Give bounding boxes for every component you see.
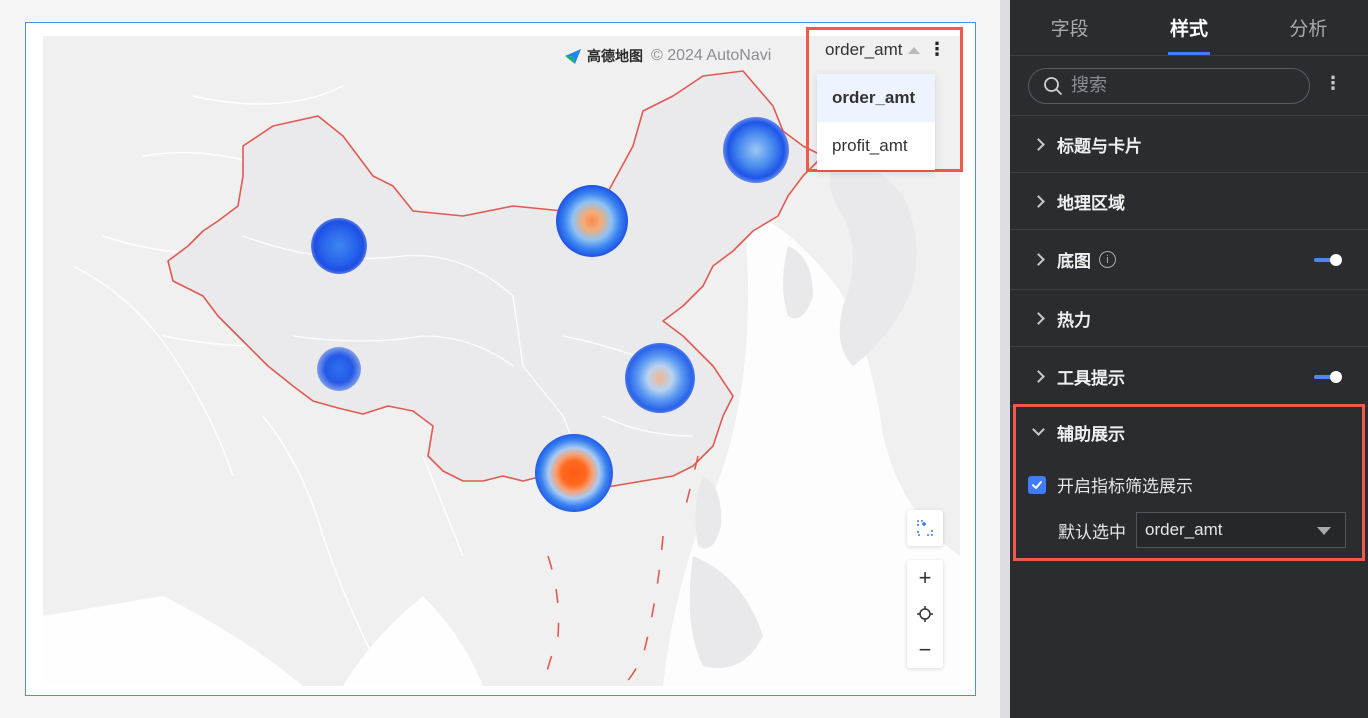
section-label: 工具提示 <box>1057 369 1125 388</box>
more-vertical-icon[interactable]: ⋮ <box>928 40 946 58</box>
basemap-toggle[interactable] <box>1314 253 1342 266</box>
map-attribution: 高德地图 © 2024 AutoNavi <box>563 46 771 66</box>
info-icon[interactable]: i <box>1099 251 1116 268</box>
tab-fields[interactable]: 字段 <box>1010 0 1129 55</box>
metric-selector-value: order_amt <box>825 40 903 59</box>
section-label: 热力 <box>1057 310 1091 330</box>
amap-logo-icon <box>565 49 581 64</box>
chevron-right-icon <box>1032 137 1045 151</box>
fit-view-icon <box>917 520 933 536</box>
section-label: 底图 <box>1057 252 1091 271</box>
zoom-controls: + − <box>907 560 943 668</box>
section-title-card[interactable]: 标题与卡片 <box>1010 116 1368 173</box>
section-tooltip[interactable]: 工具提示 <box>1010 347 1368 407</box>
metric-dropdown-menu: order_amt profit_amt <box>817 74 935 170</box>
locate-button[interactable] <box>907 596 943 632</box>
chevron-right-icon <box>1032 370 1045 383</box>
section-heat[interactable]: 热力 <box>1010 290 1368 347</box>
chevron-right-icon <box>1032 194 1045 208</box>
amap-logo-text: 高德地图 <box>587 48 643 64</box>
heat-point-west <box>311 218 367 274</box>
section-geo-region[interactable]: 地理区域 <box>1010 173 1368 230</box>
panel-tabs: 字段 样式 分析 <box>1010 0 1368 56</box>
canvas-area: 高德地图 © 2024 AutoNavi order_amt ⋮ order_a… <box>0 0 1000 718</box>
search-field[interactable] <box>1028 67 1310 104</box>
metric-selector[interactable]: order_amt ⋮ <box>809 30 960 70</box>
heat-point-tibet <box>317 347 361 391</box>
tooltip-toggle[interactable] <box>1314 370 1342 383</box>
heat-point-east <box>625 343 695 413</box>
section-basemap[interactable]: 底图 i <box>1010 230 1368 290</box>
attribution-text: © 2024 AutoNavi <box>651 47 772 64</box>
zoom-in-button[interactable]: + <box>907 560 943 596</box>
metric-option-profit-amt[interactable]: profit_amt <box>817 122 935 170</box>
search-icon <box>1044 76 1062 95</box>
settings-panel: 字段 样式 分析 ⋮ 标题与卡片 地理区域 底图 i 热力 工具提示 <box>1010 0 1368 718</box>
heat-point-south <box>535 434 613 512</box>
section-label: 标题与卡片 <box>1057 136 1142 156</box>
chevron-right-icon <box>1032 253 1045 266</box>
tab-analysis[interactable]: 分析 <box>1249 0 1368 55</box>
heat-point-northeast <box>723 117 789 183</box>
metric-option-order-amt[interactable]: order_amt <box>817 74 935 122</box>
more-vertical-icon[interactable]: ⋮ <box>1324 74 1342 92</box>
fit-view-button[interactable] <box>907 510 943 546</box>
search-input[interactable] <box>1071 75 1271 96</box>
locate-icon <box>917 606 933 622</box>
section-label: 地理区域 <box>1057 193 1125 213</box>
metric-selector-highlight: order_amt ⋮ order_amt profit_amt <box>806 27 963 172</box>
search-row: ⋮ <box>1010 56 1368 116</box>
heat-point-north <box>556 185 628 257</box>
panel-divider[interactable] <box>1000 0 1010 718</box>
chevron-right-icon <box>1032 311 1045 325</box>
aux-display-highlight <box>1013 404 1365 561</box>
zoom-out-button[interactable]: − <box>907 632 943 668</box>
tab-style[interactable]: 样式 <box>1129 0 1248 55</box>
caret-up-icon <box>908 46 921 54</box>
